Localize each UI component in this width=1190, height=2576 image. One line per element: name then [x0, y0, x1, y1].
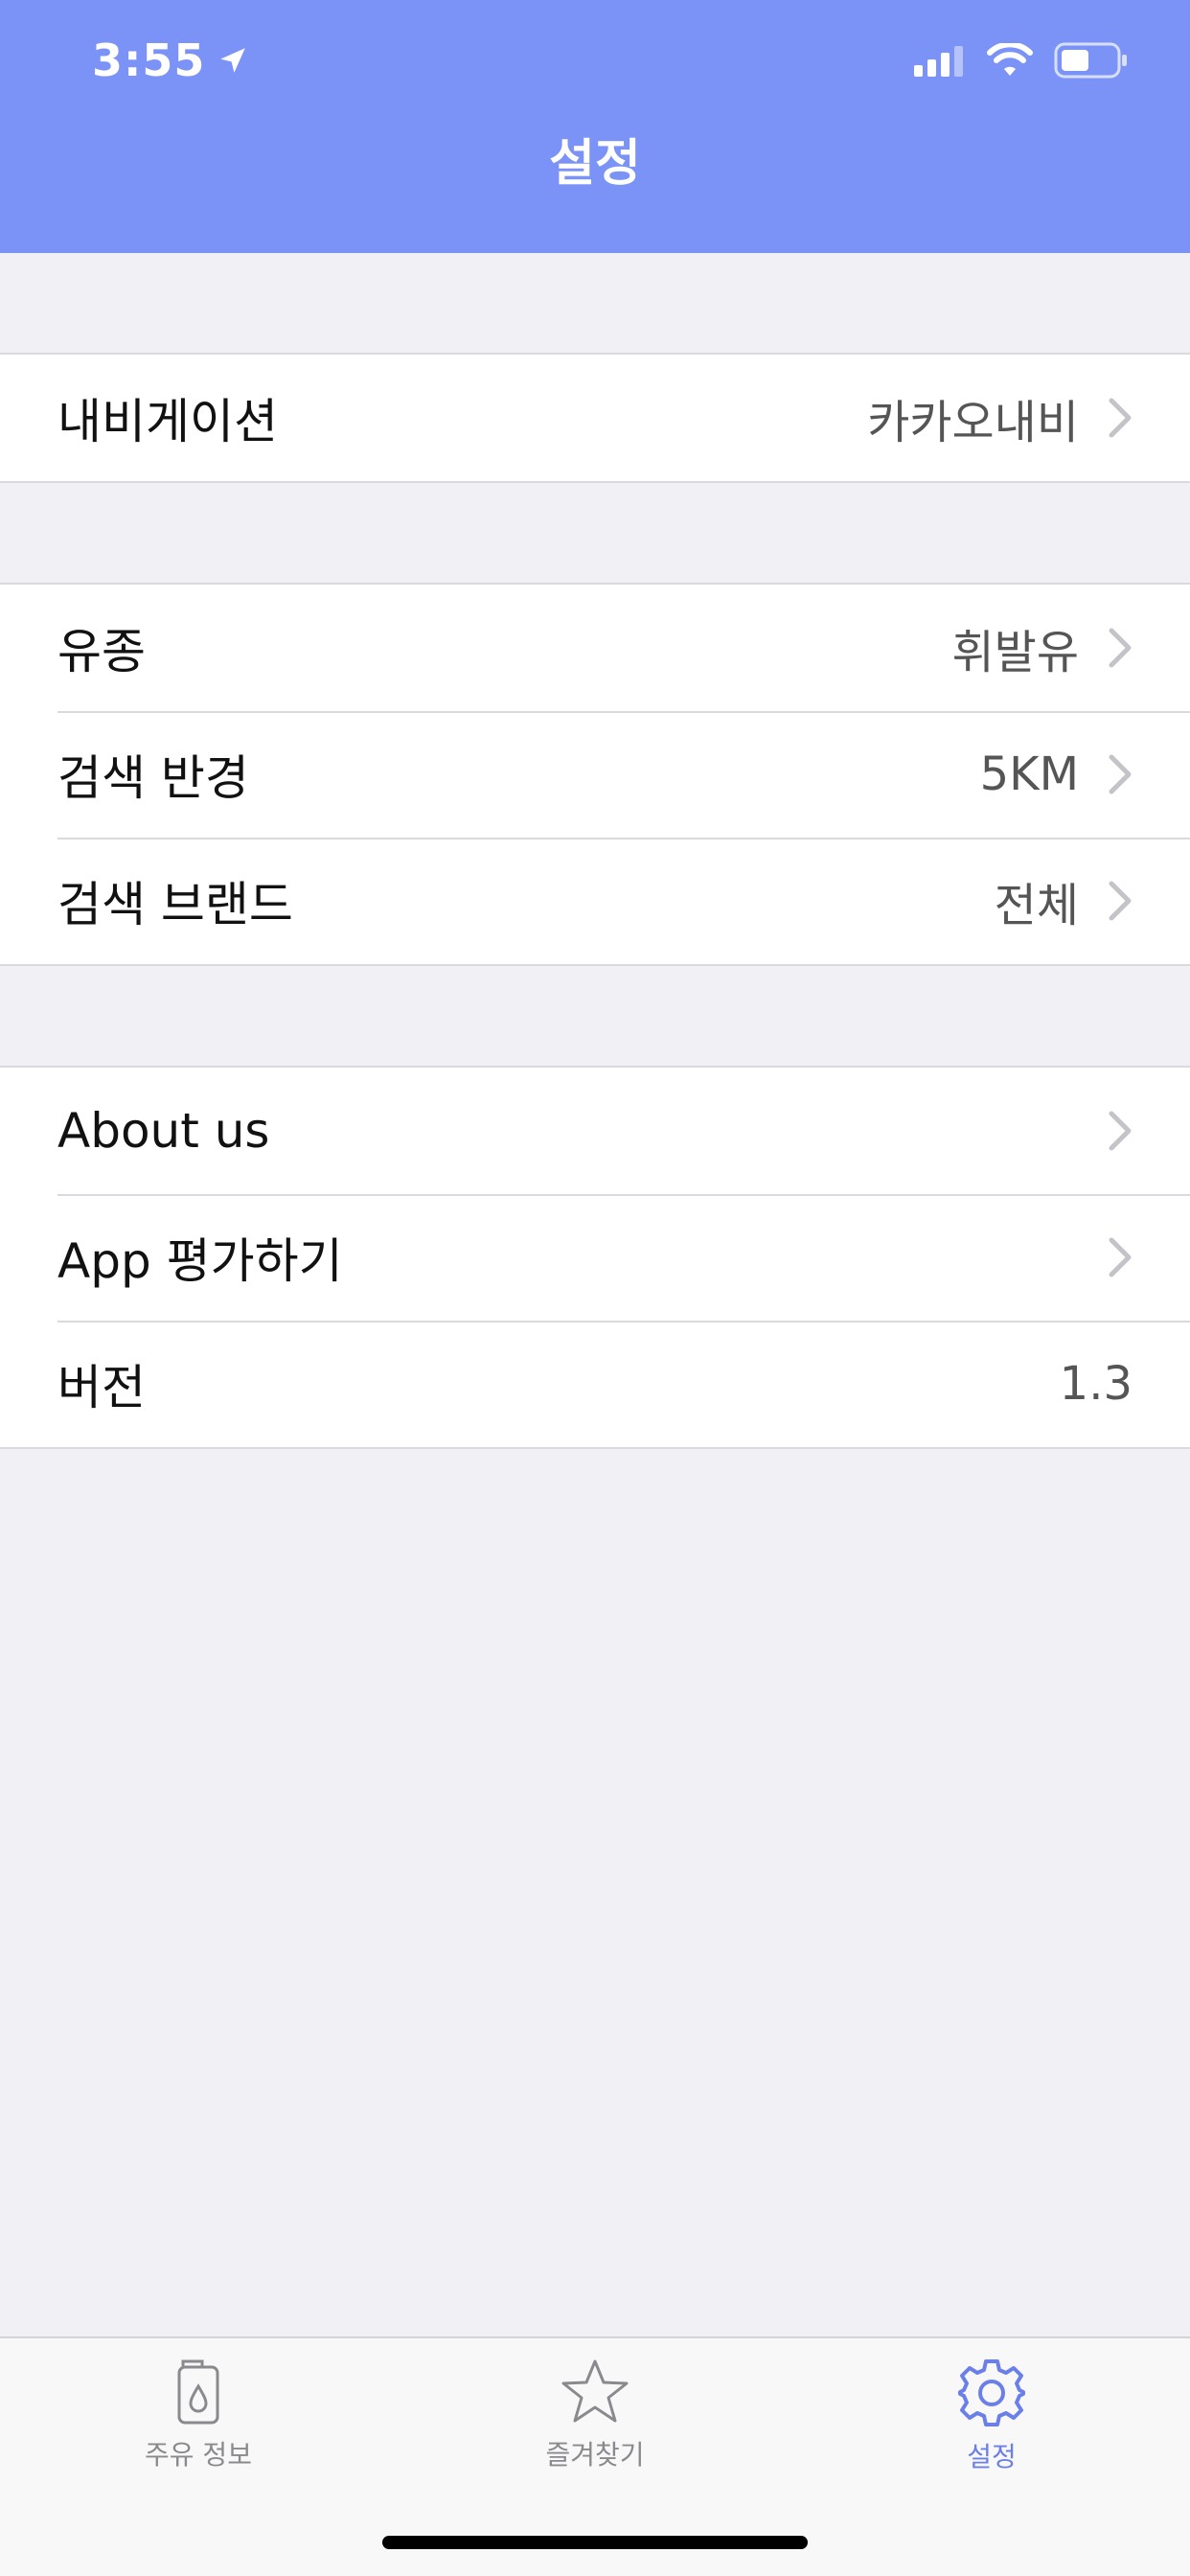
rate-app-row[interactable]: App 평가하기: [0, 1194, 1190, 1321]
row-value: 5KM: [979, 748, 1079, 801]
status-bar: 3:55: [0, 0, 1190, 126]
location-arrow-icon: [220, 48, 246, 73]
tab-label: 주유 정보: [145, 2439, 252, 2471]
battery-icon: [1054, 42, 1127, 79]
row-label: 유종: [57, 624, 146, 679]
row-value: 휘발유: [951, 626, 1079, 679]
tab-favorites[interactable]: 즐겨찾기: [397, 2358, 793, 2472]
tab-settings[interactable]: 설정: [793, 2358, 1190, 2474]
chevron-right-icon: [1109, 754, 1132, 794]
chevron-right-icon: [1109, 398, 1132, 438]
row-label: 검색 브랜드: [57, 877, 293, 932]
signal-icon: [914, 46, 963, 77]
row-value: 전체: [994, 879, 1079, 932]
home-indicator[interactable]: [382, 2536, 808, 2549]
chevron-right-icon: [1109, 881, 1132, 921]
row-label: 검색 반경: [57, 750, 249, 806]
gear-icon: [958, 2359, 1025, 2426]
about-us-row[interactable]: About us: [0, 1068, 1190, 1194]
fuel-icon: [177, 2359, 219, 2425]
row-label: 내비게이션: [57, 394, 278, 449]
navigation-setting-row[interactable]: 내비게이션 카카오내비: [0, 355, 1190, 481]
row-label: App 평가하기: [57, 1233, 343, 1289]
star-icon: [561, 2359, 629, 2423]
wifi-icon: [987, 43, 1033, 76]
status-indicators: [914, 42, 1129, 79]
navigation-bar: 설정: [0, 126, 1190, 253]
tab-label: 설정: [967, 2441, 1017, 2472]
tab-fuel-info[interactable]: 주유 정보: [0, 2358, 397, 2472]
row-label: 버전: [57, 1360, 146, 1415]
settings-group-search: 유종 휘발유 검색 반경 5KM 검색 브랜드 전체: [0, 583, 1190, 966]
version-value: 1.3: [1059, 1357, 1133, 1411]
status-time-text: 3:55: [92, 34, 206, 86]
tab-label: 즐겨찾기: [545, 2439, 645, 2471]
fuel-type-row[interactable]: 유종 휘발유: [0, 585, 1190, 711]
row-label: About us: [57, 1103, 270, 1159]
chevron-right-icon: [1109, 1237, 1132, 1277]
settings-group-about: About us App 평가하기 버전 1.3: [0, 1066, 1190, 1449]
settings-group-navigation: 내비게이션 카카오내비: [0, 353, 1190, 483]
search-radius-row[interactable]: 검색 반경 5KM: [0, 711, 1190, 838]
page-title: 설정: [549, 134, 641, 193]
chevron-right-icon: [1109, 628, 1132, 668]
status-time: 3:55: [92, 34, 249, 86]
version-row: 버전 1.3: [0, 1321, 1190, 1447]
search-brand-row[interactable]: 검색 브랜드 전체: [0, 838, 1190, 964]
row-value: 카카오내비: [867, 396, 1079, 449]
chevron-right-icon: [1109, 1111, 1132, 1151]
